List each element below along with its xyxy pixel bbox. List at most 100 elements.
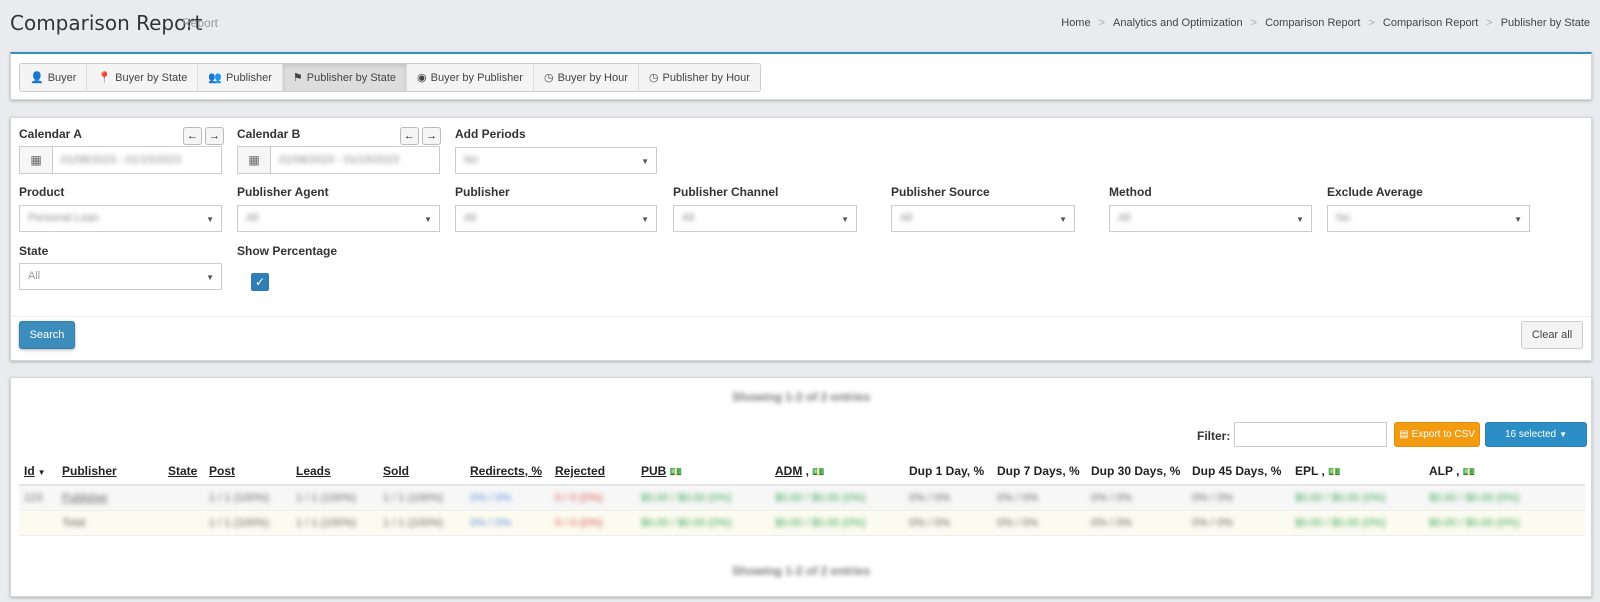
exclude-average-value: No (1336, 212, 1351, 224)
product-select[interactable]: Personal Loan ▼ (19, 205, 222, 232)
filters-panel: Calendar A ← → ▦ 01/08/2023 - 01/15/2023… (10, 117, 1592, 361)
column-header-post[interactable]: Post (204, 460, 291, 486)
column-header-dup7[interactable]: Dup 7 Days, % (992, 460, 1086, 486)
exclude-average-select[interactable]: No ▼ (1327, 205, 1530, 232)
checkmark-icon: ✓ (254, 275, 266, 289)
cell-id (19, 510, 57, 536)
column-header-publisher[interactable]: Publisher (57, 460, 163, 486)
money-icon: 💵 (1462, 467, 1476, 478)
calendar-b-prev-button[interactable]: ← (400, 127, 419, 145)
publisher-label: Publisher (455, 185, 510, 199)
publisher-select[interactable]: All ▼ (455, 205, 657, 232)
calendar-b-input[interactable]: 01/08/2023 - 01/15/2023 (271, 146, 440, 174)
cell-publisher[interactable]: Publisher (57, 485, 163, 511)
method-select[interactable]: All ▼ (1109, 205, 1312, 232)
breadcrumb-separator: > (1250, 17, 1258, 29)
table-info-top: Showing 1-2 of 2 entries (731, 390, 871, 404)
cell-rejected: 0 / 0 (0%) (550, 485, 636, 511)
publisher-agent-select[interactable]: All ▼ (237, 205, 440, 232)
map-pin-icon: 📍 (97, 72, 112, 84)
column-header-alp[interactable]: ALP , 💵 (1424, 460, 1585, 486)
report-type-panel: 👤 Buyer 📍 Buyer by State 👥 Publisher ⚑ Publi… (10, 52, 1592, 100)
calendar-b-label: Calendar B (237, 127, 301, 141)
tab-buyer-by-publisher[interactable]: ◉ Buyer by Publisher (407, 64, 534, 91)
calendar-b-picker[interactable]: ▦ 01/08/2023 - 01/15/2023 (237, 146, 440, 174)
calendar-a-prev-button[interactable]: ← (183, 127, 202, 145)
column-header-redirects[interactable]: Redirects, % (465, 460, 550, 486)
caret-down-icon: ▼ (641, 157, 649, 166)
cell-epl: $0.00 / $0.00 (0%) (1290, 510, 1424, 536)
arrow-left-icon: ← (404, 130, 415, 142)
calendar-a-label: Calendar A (19, 127, 82, 141)
clock-icon: ◷ (543, 72, 554, 84)
page-title: Comparison Report (10, 11, 203, 35)
tab-publisher-by-state[interactable]: ⚑ Publisher by State (282, 64, 408, 91)
state-label: State (19, 244, 49, 258)
users-icon: 👥 (208, 72, 223, 84)
caret-down-icon: ▼ (1059, 215, 1067, 224)
tab-buyer[interactable]: 👤 Buyer (20, 64, 88, 91)
arrow-left-icon: ← (187, 130, 198, 142)
column-header-dup45[interactable]: Dup 45 Days, % (1187, 460, 1290, 486)
breadcrumb-separator: > (1486, 17, 1493, 29)
column-header-dup1[interactable]: Dup 1 Day, % (904, 460, 992, 486)
calendar-a-value: 01/08/2023 - 01/15/2023 (61, 154, 181, 166)
breadcrumb-comparison-report-2[interactable]: Comparison Report (1383, 17, 1478, 29)
column-header-sold[interactable]: Sold (378, 460, 465, 486)
table-row: 123 Publisher 1 / 1 (100%) 1 / 1 (100%) … (19, 485, 1585, 511)
arrow-right-icon: → (426, 130, 437, 142)
tab-label: Buyer by State (115, 71, 188, 84)
tab-publisher[interactable]: 👥 Publisher (198, 64, 283, 91)
column-header-epl[interactable]: EPL , 💵 (1290, 460, 1424, 486)
cell-sold: 1 / 1 (100%) (378, 510, 465, 536)
column-header-dup30[interactable]: Dup 30 Days, % (1086, 460, 1187, 486)
method-label: Method (1109, 185, 1152, 199)
column-header-adm[interactable]: ADM , 💵 (770, 460, 904, 486)
column-header-state[interactable]: State (163, 460, 204, 486)
calendar-b-value: 01/08/2023 - 01/15/2023 (279, 154, 399, 166)
results-panel: Showing 1-2 of 2 entries Filter: ▤ Export… (10, 377, 1592, 597)
cell-leads: 1 / 1 (100%) (291, 485, 378, 511)
export-csv-button[interactable]: ▤ Export to CSV (1394, 422, 1480, 447)
method-value: All (1118, 212, 1131, 224)
results-table: Id ▼ Publisher State Post Leads Sold Redi… (19, 460, 1585, 536)
add-periods-label: Add Periods (455, 127, 526, 141)
publisher-source-select[interactable]: All ▼ (891, 205, 1075, 232)
publisher-value: All (464, 212, 477, 224)
user-circle-icon: ◉ (417, 72, 427, 84)
calendar-a-next-button[interactable]: → (205, 127, 224, 145)
show-percentage-checkbox[interactable]: ✓ (251, 273, 269, 291)
add-periods-select[interactable]: No ▼ (455, 147, 657, 174)
column-header-leads[interactable]: Leads (291, 460, 378, 486)
calendar-a-picker[interactable]: ▦ 01/08/2023 - 01/15/2023 (19, 146, 222, 174)
breadcrumb-analytics[interactable]: Analytics and Optimization (1113, 17, 1243, 29)
report-type-tabs: 👤 Buyer 📍 Buyer by State 👥 Publisher ⚑ Publi… (19, 63, 761, 92)
breadcrumb-home[interactable]: Home (1061, 17, 1090, 29)
cell-post: 1 / 1 (100%) (204, 510, 291, 536)
clear-all-button[interactable]: Clear all (1521, 321, 1583, 349)
publisher-channel-select[interactable]: All ▼ (673, 205, 857, 232)
exclude-average-label: Exclude Average (1327, 185, 1423, 199)
table-header-row: Id ▼ Publisher State Post Leads Sold Redi… (19, 460, 1585, 486)
state-select[interactable]: All ▼ (19, 263, 222, 290)
caret-down-icon: ▼ (424, 215, 432, 224)
tab-buyer-by-hour[interactable]: ◷ Buyer by Hour (533, 64, 639, 91)
breadcrumb-comparison-report[interactable]: Comparison Report (1265, 17, 1360, 29)
caret-down-icon: ▼ (206, 215, 214, 224)
cell-dup45: 0% / 0% (1187, 485, 1290, 511)
calendar-b-next-button[interactable]: → (422, 127, 441, 145)
column-header-pub[interactable]: PUB 💵 (636, 460, 770, 486)
filter-input[interactable] (1234, 422, 1387, 447)
calendar-a-input[interactable]: 01/08/2023 - 01/15/2023 (53, 146, 222, 174)
money-icon: 💵 (812, 467, 825, 478)
cell-dup1: 0% / 0% (904, 485, 992, 511)
search-button[interactable]: Search (19, 321, 75, 349)
cell-dup30: 0% / 0% (1086, 510, 1187, 536)
column-header-id[interactable]: Id ▼ (19, 460, 57, 486)
tab-publisher-by-hour[interactable]: ◷ Publisher by Hour (638, 64, 760, 91)
cell-id: 123 (19, 485, 57, 511)
tab-buyer-by-state[interactable]: 📍 Buyer by State (87, 64, 199, 91)
columns-selected-button[interactable]: 16 selected ▼ (1485, 422, 1587, 447)
filter-label: Filter: (1197, 429, 1231, 443)
column-header-rejected[interactable]: Rejected (550, 460, 636, 486)
